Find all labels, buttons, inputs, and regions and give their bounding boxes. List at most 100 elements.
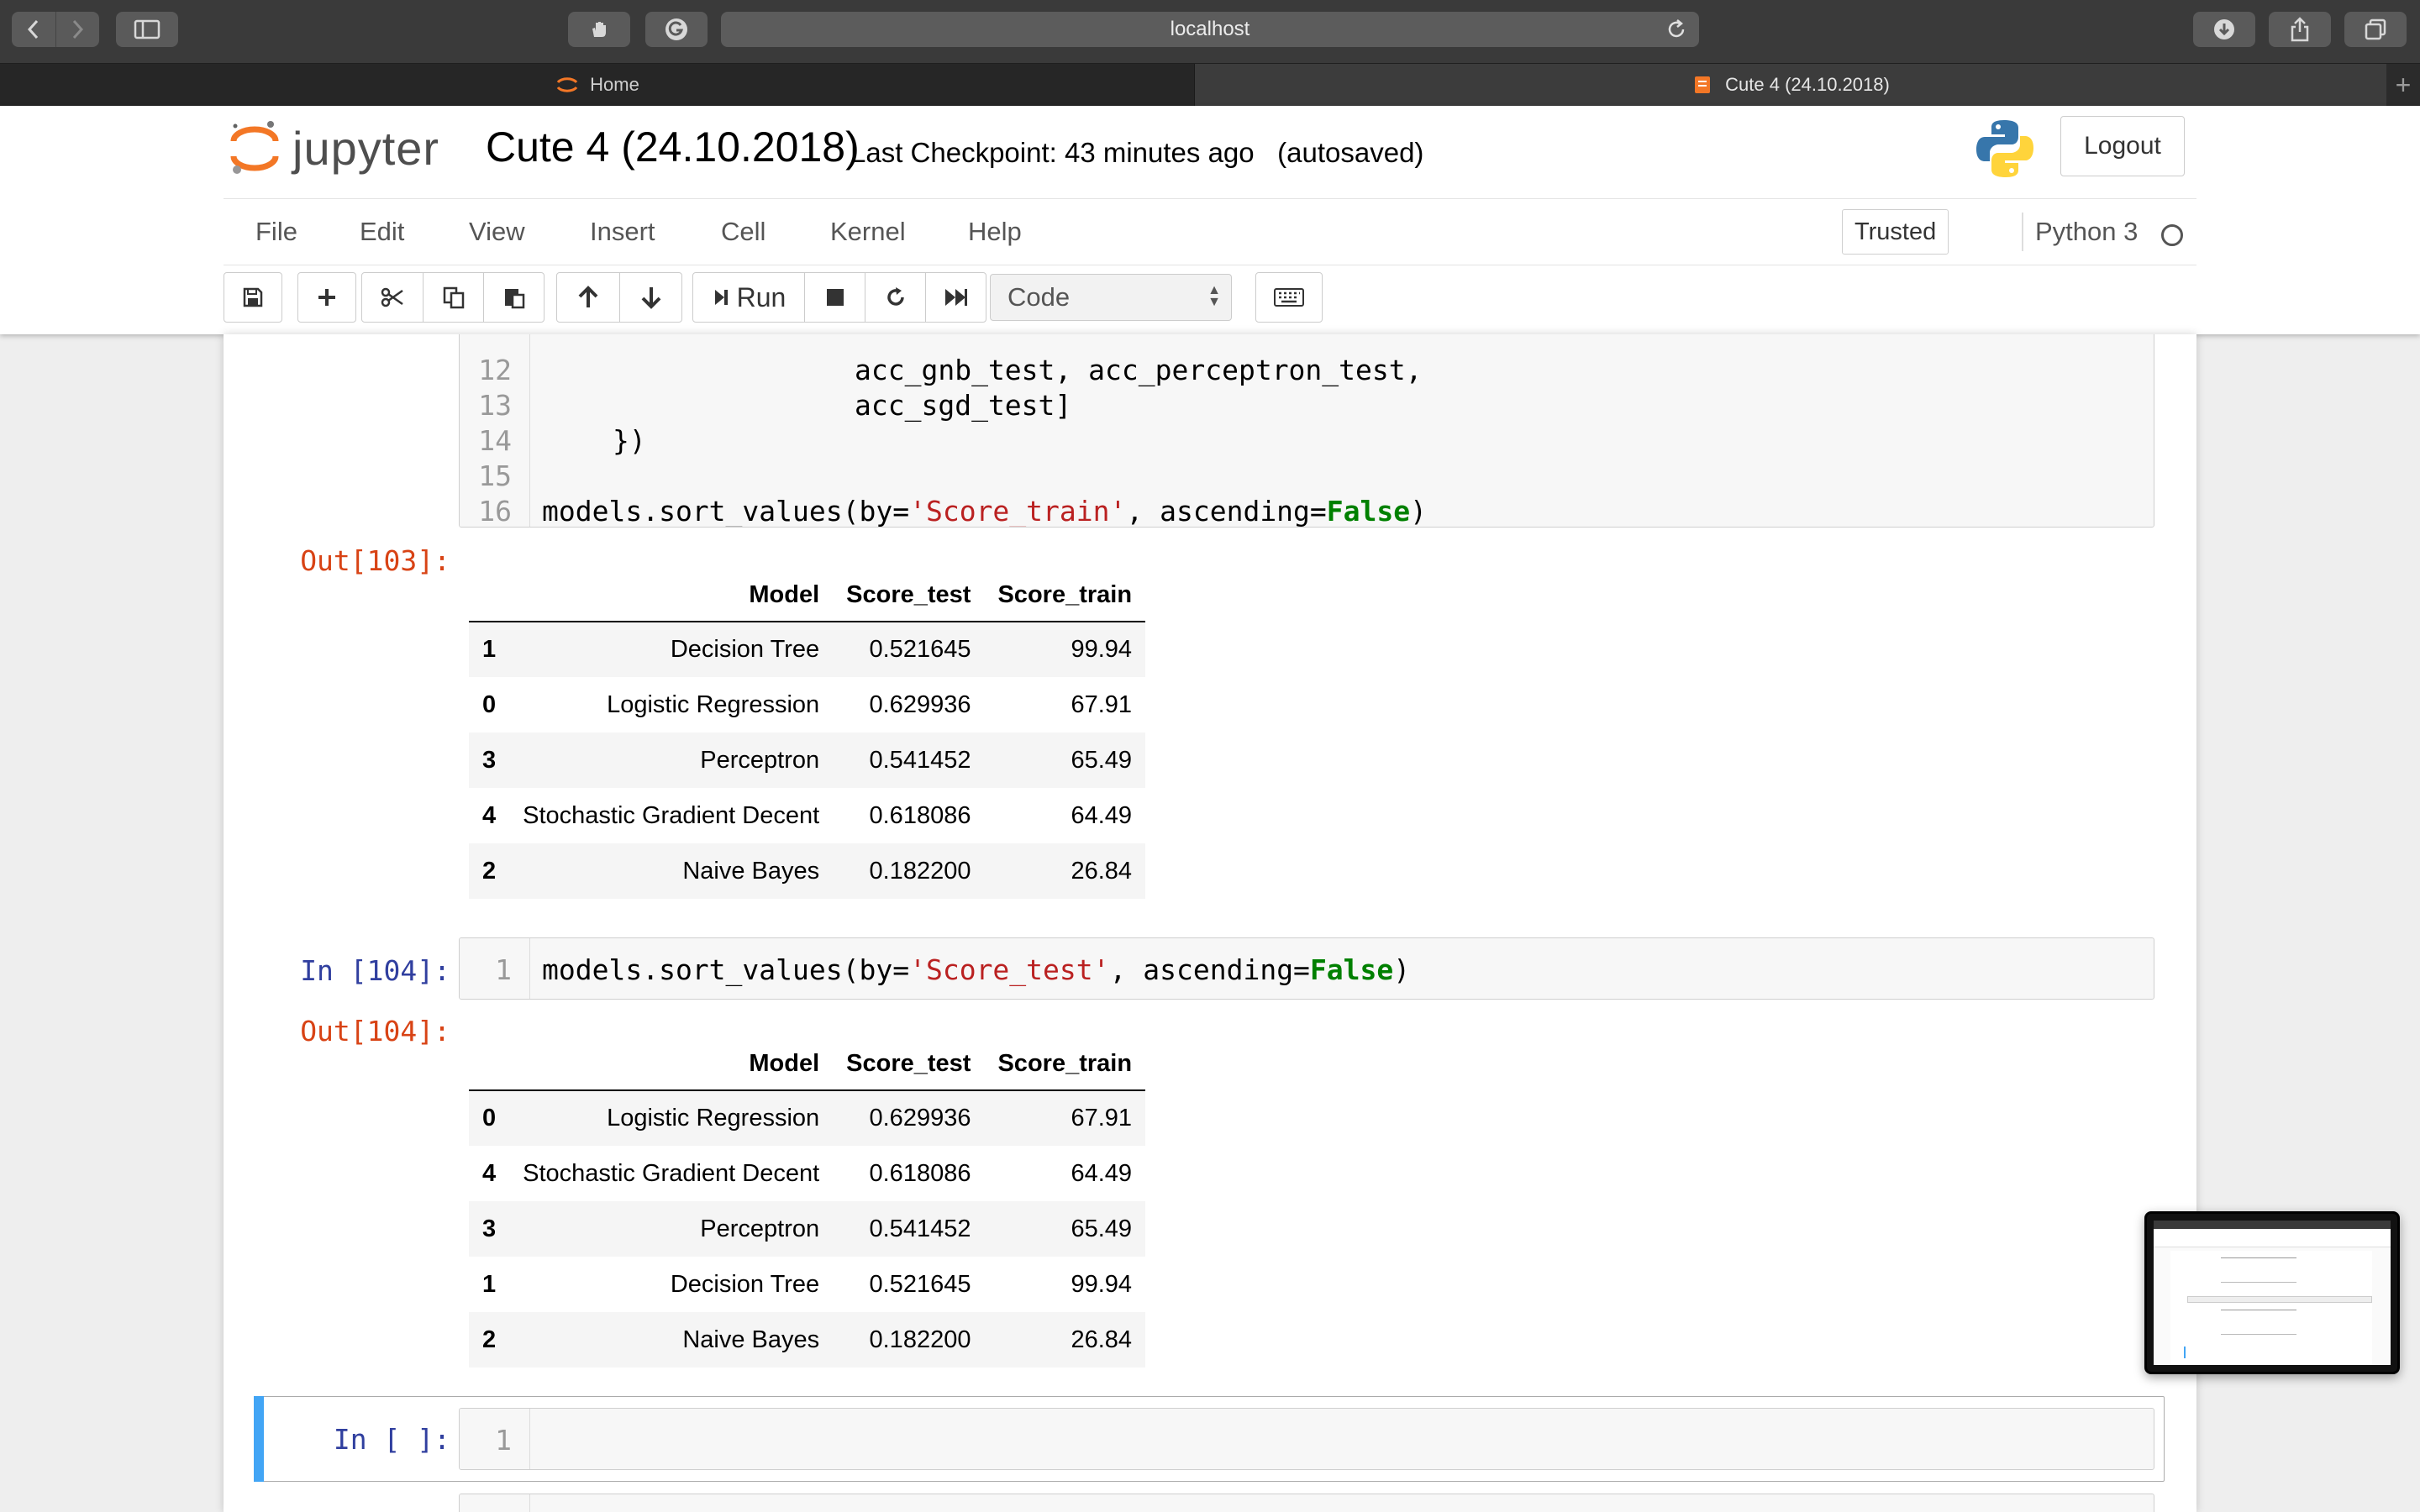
insert-cell-button[interactable] [298, 273, 355, 322]
restart-icon [886, 287, 904, 306]
run-button[interactable]: Run [693, 273, 804, 322]
python-logo-icon [1976, 120, 2033, 177]
cell-score-train: 26.84 [1071, 857, 1133, 885]
forward-button[interactable] [55, 12, 100, 47]
dataframe-output-104: Model Score_test Score_train 0 Logistic R… [469, 1038, 1146, 1368]
menu-cell[interactable]: Cell [721, 199, 765, 265]
grammarly-button[interactable] [645, 12, 708, 47]
empty-code-cell-editor[interactable]: 1 [459, 1408, 2154, 1470]
command-palette-button[interactable] [1255, 272, 1323, 323]
move-down-button[interactable] [619, 273, 681, 322]
menu-kernel[interactable]: Kernel [830, 199, 906, 265]
address-bar[interactable]: localhost [721, 12, 1699, 47]
cell-score-train: 65.49 [1071, 1215, 1133, 1242]
arrow-up-icon [578, 286, 598, 307]
column-header-score-test: Score_test [833, 1038, 985, 1091]
cell-model: Stochastic Gradient Decent [523, 801, 820, 829]
code-line: }) [613, 424, 646, 457]
table-row: 0 Logistic Regression 0.629936 67.91 [469, 677, 1145, 732]
table-row: 1 Decision Tree 0.521645 99.94 [469, 1257, 1145, 1312]
row-index: 3 [482, 1215, 497, 1242]
floppy-disk-icon [243, 287, 263, 307]
cell-score-test: 0.541452 [869, 1215, 971, 1242]
input-prompt-empty: In [ ]: [333, 1423, 450, 1456]
tab-notebook[interactable]: Cute 4 (24.10.2018) [1195, 64, 2386, 106]
output-prompt-104: Out[104]: [300, 1015, 450, 1047]
save-group [224, 272, 282, 323]
menu-edit[interactable]: Edit [360, 199, 404, 265]
cell-model: Decision Tree [670, 1270, 820, 1298]
menu-help[interactable]: Help [968, 199, 1022, 265]
line-number: 1 [495, 953, 512, 986]
step-forward-icon [714, 290, 728, 305]
back-button[interactable] [12, 12, 55, 47]
cell-model: Perceptron [700, 746, 820, 774]
downloads-button[interactable] [2193, 12, 2255, 47]
copy-button[interactable] [423, 273, 483, 322]
chevron-right-icon [73, 19, 84, 39]
paste-button[interactable] [483, 273, 544, 322]
cut-button[interactable] [362, 273, 423, 322]
cell-score-test: 0.182200 [869, 1326, 971, 1353]
jupyter-favicon-icon [556, 77, 578, 92]
line-number-gutter [460, 1494, 530, 1512]
code-cell-104-editor[interactable]: 1 models.sort_values(by='Score_test', as… [459, 937, 2154, 1000]
restart-run-all-button[interactable] [925, 273, 986, 322]
row-index: 2 [482, 1326, 497, 1353]
row-index: 4 [482, 801, 497, 829]
tab-home[interactable]: Home [0, 64, 1195, 106]
cell-score-test: 0.521645 [869, 1270, 971, 1298]
kernel-name[interactable]: Python 3 [2035, 199, 2138, 265]
paste-icon [504, 289, 524, 309]
code-line: acc_sgd_test] [855, 389, 1072, 422]
row-index: 0 [482, 1105, 497, 1131]
tabs-overview-button[interactable] [2344, 12, 2407, 47]
sidebar-button[interactable] [116, 12, 178, 47]
jupyter-header: jupyter Cute 4 (24.10.2018) Last Checkpo… [0, 106, 2420, 334]
kernel-separator [2022, 213, 2023, 251]
reload-icon[interactable] [1665, 18, 1687, 46]
new-tab-button[interactable]: + [2386, 64, 2420, 106]
nav-buttons [12, 12, 99, 47]
code-cell-103-editor[interactable]: 12 13 14 15 16 acc_gnb_test, acc_percept… [459, 334, 2154, 528]
select-caret-icon: ▲ ▼ [1207, 283, 1221, 309]
trusted-indicator[interactable]: Trusted [1842, 209, 1949, 255]
row-index: 2 [482, 857, 497, 885]
restart-kernel-button[interactable] [865, 273, 925, 322]
interrupt-button[interactable] [804, 273, 865, 322]
notebook-title[interactable]: Cute 4 (24.10.2018) [486, 118, 860, 176]
cell-type-select[interactable]: Code ▲ ▼ [990, 274, 1232, 321]
scissors-icon [381, 287, 403, 307]
run-group: Run [692, 272, 986, 323]
stop-icon [826, 289, 844, 306]
screenshot-thumbnail[interactable] [2144, 1211, 2400, 1374]
save-button[interactable] [224, 273, 281, 322]
cell-score-test: 0.629936 [869, 690, 971, 718]
next-code-cell-editor[interactable] [459, 1494, 2154, 1512]
share-button[interactable] [2269, 12, 2331, 47]
column-header-model: Model [509, 570, 834, 622]
move-up-button[interactable] [557, 273, 619, 322]
cell-model: Logistic Regression [607, 1105, 820, 1131]
column-header-index [469, 1038, 510, 1091]
menu-file[interactable]: File [255, 199, 297, 265]
tab-notebook-label: Cute 4 (24.10.2018) [1725, 74, 1890, 95]
code-token: , ascending= [1109, 953, 1310, 986]
menu-insert[interactable]: Insert [590, 199, 655, 265]
column-header-score-train: Score_train [984, 570, 1146, 622]
input-prompt-104: In [104]: [300, 954, 450, 987]
cell-score-train: 99.94 [1071, 1270, 1133, 1298]
logout-button[interactable]: Logout [2060, 116, 2185, 176]
code-line: acc_gnb_test, acc_perceptron_test, [855, 354, 1423, 386]
code-token: , ascending= [1126, 495, 1327, 528]
jupyter-logo[interactable]: jupyter [229, 118, 439, 178]
cell-model: Decision Tree [670, 636, 820, 663]
extension-button[interactable] [568, 12, 630, 47]
code-line-sort: models.sort_values(by='Score_test', asce… [542, 953, 1410, 986]
cell-model: Logistic Regression [607, 690, 820, 718]
cell-score-train: 64.49 [1071, 1159, 1133, 1187]
insert-group [297, 272, 356, 323]
table-row: 0 Logistic Regression 0.629936 67.91 [469, 1090, 1146, 1146]
menu-view[interactable]: View [469, 199, 525, 265]
row-index: 4 [482, 1159, 497, 1187]
